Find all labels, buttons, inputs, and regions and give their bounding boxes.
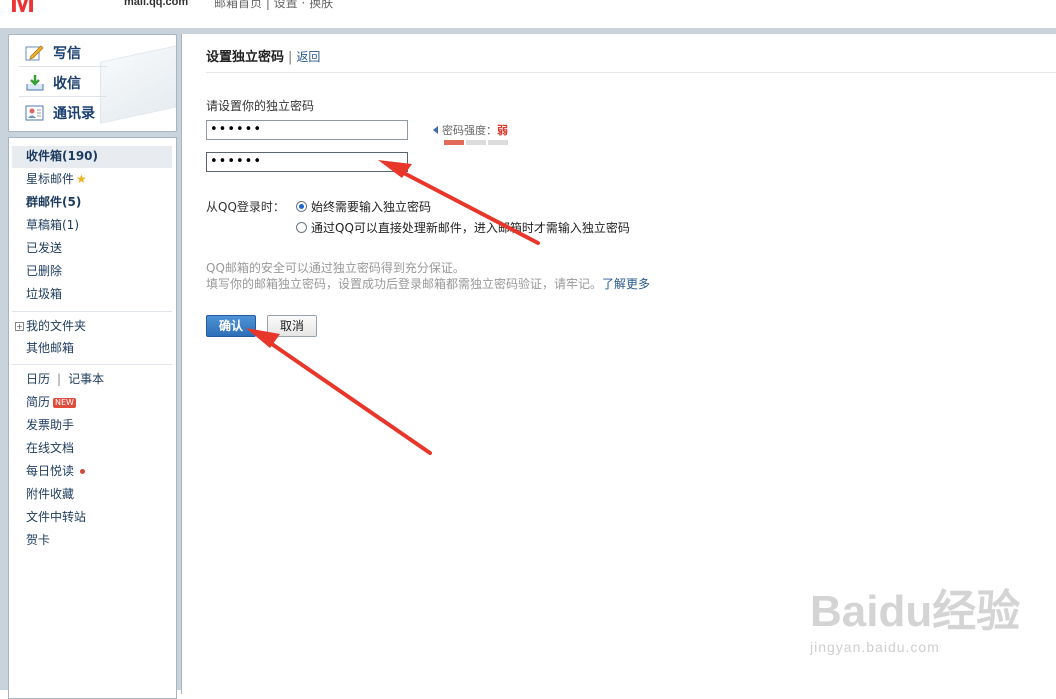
sidebar: 收件箱(190) 星标邮件 ★ 群邮件(5) 草稿箱(1) 已发送 已删除 垃圾箱… bbox=[8, 137, 177, 699]
resume-label: 简历 bbox=[26, 395, 51, 409]
star-icon: ★ bbox=[76, 172, 87, 186]
password-strength: 密码强度：弱 bbox=[433, 122, 508, 138]
cancel-button[interactable]: 取消 bbox=[267, 315, 317, 337]
learn-more-link[interactable]: 了解更多 bbox=[602, 277, 650, 291]
triangle-left-icon bbox=[433, 126, 438, 134]
sidebar-item-resume[interactable]: 简历 NEW bbox=[26, 393, 76, 410]
watermark-url: jingyan.baidu.com bbox=[810, 639, 940, 655]
my-folders-label: 我的文件夹 bbox=[26, 319, 87, 333]
starred-label: 星标邮件 bbox=[26, 172, 75, 186]
receive-button[interactable]: 收信 bbox=[25, 73, 81, 93]
sidebar-item-transfer[interactable]: 文件中转站 bbox=[26, 508, 86, 525]
daily-read-label: 每日悦读 bbox=[26, 464, 75, 478]
option-direct-qq[interactable]: 通过QQ可以直接处理新邮件，进入邮箱时才需输入独立密码 bbox=[296, 219, 630, 236]
sidebar-item-docs[interactable]: 在线文档 bbox=[26, 439, 74, 456]
sidebar-item-other-mailbox[interactable]: 其他邮箱 bbox=[26, 339, 74, 356]
security-hint: QQ邮箱的安全可以通过独立密码得到充分保证。 填写你的邮箱独立密码，设置成功后登… bbox=[206, 260, 650, 292]
password-input[interactable]: •••••• bbox=[206, 120, 408, 140]
receive-icon bbox=[25, 74, 45, 92]
sidebar-item-cards[interactable]: 贺卡 bbox=[26, 531, 50, 548]
confirm-password-input[interactable]: •••••• bbox=[206, 152, 408, 172]
watermark-brand-2: du bbox=[878, 587, 933, 636]
divider bbox=[19, 96, 107, 97]
domain-label: mail.qq.com bbox=[124, 0, 189, 8]
sidebar-item-deleted[interactable]: 已删除 bbox=[26, 262, 62, 279]
sidebar-item-sent[interactable]: 已发送 bbox=[26, 239, 62, 256]
sidebar-item-spam[interactable]: 垃圾箱 bbox=[26, 285, 62, 302]
new-badge: NEW bbox=[53, 397, 76, 408]
qq-login-label: 从QQ登录时： bbox=[206, 200, 285, 214]
receive-label: 收信 bbox=[53, 76, 81, 92]
strength-bar bbox=[466, 140, 486, 145]
hint-line-2: 填写你的邮箱独立密码，设置成功后登录邮箱都需独立密码验证，请牢记。了解更多 bbox=[206, 276, 650, 292]
compose-button[interactable]: 写信 bbox=[25, 43, 81, 63]
separator: | bbox=[57, 372, 62, 386]
password-prompt: 请设置你的独立密码 bbox=[206, 99, 315, 113]
contacts-icon bbox=[25, 104, 45, 122]
radio-unchecked-icon[interactable] bbox=[296, 222, 307, 233]
strength-meter bbox=[444, 140, 508, 145]
strength-label: 密码强度： bbox=[442, 124, 497, 137]
radio-checked-icon[interactable] bbox=[296, 201, 307, 212]
contacts-label: 通讯录 bbox=[53, 106, 95, 122]
top-bar: M mail.qq.com 邮箱首页 | 设置 · 换肤 bbox=[0, 0, 1056, 28]
sidebar-item-invoice[interactable]: 发票助手 bbox=[26, 416, 74, 433]
divider bbox=[12, 311, 172, 312]
quick-actions-panel: 写信 收信 通讯录 bbox=[8, 34, 177, 132]
envelope-decoration bbox=[100, 44, 176, 124]
option-direct-label: 通过QQ可以直接处理新邮件，进入邮箱时才需输入独立密码 bbox=[311, 221, 630, 235]
page-title-row: 设置独立密码 | 返回 bbox=[206, 46, 320, 65]
watermark-brand: Bai bbox=[810, 587, 879, 636]
compose-label: 写信 bbox=[53, 46, 81, 62]
confirm-button[interactable]: 确认 bbox=[206, 315, 256, 337]
divider bbox=[12, 364, 172, 365]
sidebar-item-calendar-notes: 日历 | 记事本 bbox=[26, 370, 104, 387]
contacts-button[interactable]: 通讯录 bbox=[25, 103, 95, 123]
hint-line-1: QQ邮箱的安全可以通过独立密码得到充分保证。 bbox=[206, 261, 465, 275]
strength-bar bbox=[488, 140, 508, 145]
unread-dot-icon bbox=[80, 469, 86, 474]
sidebar-item-starred[interactable]: 星标邮件 ★ bbox=[26, 170, 87, 187]
calendar-link[interactable]: 日历 bbox=[26, 372, 50, 386]
strength-bar bbox=[444, 140, 464, 145]
top-links[interactable]: 邮箱首页 | 设置 · 换肤 bbox=[214, 0, 333, 11]
sidebar-item-group-mail[interactable]: 群邮件(5) bbox=[26, 193, 81, 210]
sidebar-item-my-folders[interactable]: + 我的文件夹 bbox=[15, 317, 86, 334]
baidu-watermark: Baidu经验 jingyan.baidu.com bbox=[810, 575, 1020, 655]
divider bbox=[206, 72, 1056, 73]
back-link[interactable]: 返回 bbox=[296, 50, 320, 64]
notes-link[interactable]: 记事本 bbox=[68, 372, 104, 386]
watermark-brand-cn: 经验 bbox=[932, 587, 1021, 636]
separator: | bbox=[288, 50, 293, 65]
page-title: 设置独立密码 bbox=[206, 50, 285, 65]
expand-icon[interactable]: + bbox=[15, 322, 24, 331]
qq-mail-logo[interactable]: M bbox=[10, 0, 35, 20]
option-always-password[interactable]: 始终需要输入独立密码 bbox=[296, 198, 431, 215]
sidebar-item-attachments[interactable]: 附件收藏 bbox=[26, 485, 74, 502]
divider bbox=[19, 66, 107, 67]
strength-value: 弱 bbox=[497, 124, 508, 137]
sidebar-item-inbox[interactable]: 收件箱(190) bbox=[26, 147, 98, 164]
sidebar-item-daily-read[interactable]: 每日悦读 bbox=[26, 462, 86, 479]
option-always-label: 始终需要输入独立密码 bbox=[311, 200, 432, 214]
compose-icon bbox=[25, 44, 45, 62]
sidebar-item-drafts[interactable]: 草稿箱(1) bbox=[26, 216, 79, 233]
hint-line-2-text: 填写你的邮箱独立密码，设置成功后登录邮箱都需独立密码验证，请牢记。 bbox=[206, 277, 603, 291]
